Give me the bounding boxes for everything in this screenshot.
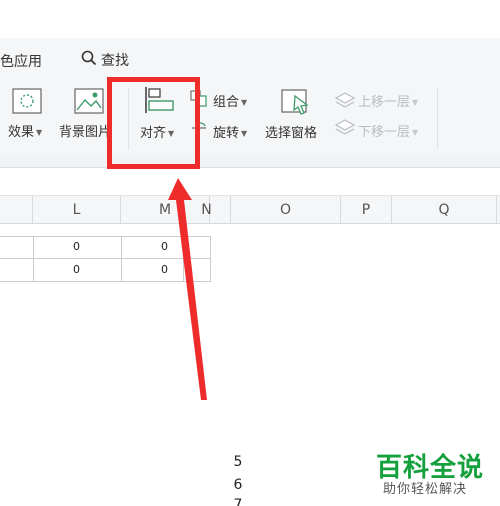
arrow-shape: [168, 178, 207, 400]
pointer-arrow: [168, 178, 207, 400]
watermark-subtitle: 助你轻松解决: [383, 482, 468, 497]
